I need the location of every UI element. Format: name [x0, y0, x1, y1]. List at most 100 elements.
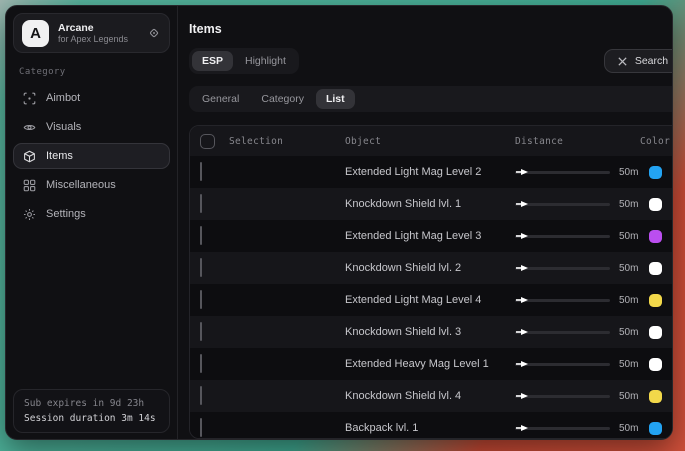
- distance-slider[interactable]: [515, 328, 610, 336]
- session-status-card: Sub expires in 9d 23h Session duration 3…: [13, 389, 170, 433]
- table-row: Extended Light Mag Level 4 50m: [190, 284, 673, 316]
- search-button[interactable]: Search: [604, 49, 673, 73]
- crosshair-icon: [23, 92, 36, 105]
- sub-expires-text: Sub expires in 9d 23h: [24, 396, 159, 411]
- slider-thumb-icon[interactable]: [515, 200, 529, 208]
- grid-icon: [23, 179, 36, 192]
- color-swatch[interactable]: [649, 198, 662, 211]
- sidebar-item-settings[interactable]: Settings: [13, 201, 170, 227]
- distance-slider[interactable]: [515, 200, 610, 208]
- app-window: A Arcane for Apex Legends Category Aimbo…: [5, 5, 673, 440]
- distance-slider[interactable]: [515, 360, 610, 368]
- slider-thumb-icon[interactable]: [515, 424, 529, 432]
- category-label: Category: [19, 67, 170, 77]
- tab-category[interactable]: Category: [251, 89, 314, 109]
- distance-slider[interactable]: [515, 232, 610, 240]
- table-row: Extended Heavy Mag Level 1 50m: [190, 348, 673, 380]
- distance-slider[interactable]: [515, 392, 610, 400]
- tab-list[interactable]: List: [316, 89, 355, 109]
- app-logo: A: [22, 20, 49, 47]
- tab-highlight[interactable]: Highlight: [235, 51, 296, 71]
- tab-general[interactable]: General: [192, 89, 249, 109]
- table-row: Extended Light Mag Level 2 50m: [190, 156, 673, 188]
- search-button-label: Search: [635, 55, 668, 67]
- table-row: Extended Light Mag Level 3 50m: [190, 220, 673, 252]
- color-swatch[interactable]: [649, 358, 662, 371]
- table-row: Knockdown Shield lvl. 1 50m: [190, 188, 673, 220]
- distance-value: 50m: [619, 231, 638, 242]
- gear-icon: [23, 208, 36, 221]
- row-checkbox[interactable]: [200, 226, 202, 245]
- slider-thumb-icon[interactable]: [515, 360, 529, 368]
- color-swatch[interactable]: [649, 422, 662, 435]
- distance-value: 50m: [619, 295, 638, 306]
- distance-value: 50m: [619, 167, 638, 178]
- row-checkbox[interactable]: [200, 322, 202, 341]
- slider-thumb-icon[interactable]: [515, 232, 529, 240]
- sidebar-item-visuals[interactable]: Visuals: [13, 114, 170, 140]
- view-tab-group: GeneralCategoryList: [189, 86, 673, 112]
- slider-thumb-icon[interactable]: [515, 392, 529, 400]
- object-name: Backpack lvl. 1: [345, 422, 515, 434]
- row-checkbox[interactable]: [200, 194, 202, 213]
- slider-thumb-icon[interactable]: [515, 168, 529, 176]
- pin-icon[interactable]: [147, 26, 161, 40]
- color-swatch[interactable]: [649, 390, 662, 403]
- row-checkbox[interactable]: [200, 386, 202, 405]
- distance-slider[interactable]: [515, 264, 610, 272]
- row-checkbox[interactable]: [200, 258, 202, 277]
- distance-value: 50m: [619, 263, 638, 274]
- distance-value: 50m: [619, 423, 638, 434]
- column-header-selection: Selection: [229, 136, 283, 147]
- color-swatch[interactable]: [649, 166, 662, 179]
- slider-thumb-icon[interactable]: [515, 296, 529, 304]
- box-icon: [23, 150, 36, 163]
- color-swatch[interactable]: [649, 262, 662, 275]
- color-swatch[interactable]: [649, 230, 662, 243]
- row-checkbox[interactable]: [200, 418, 202, 437]
- sidebar-item-miscellaneous[interactable]: Miscellaneous: [13, 172, 170, 198]
- tab-esp[interactable]: ESP: [192, 51, 233, 71]
- distance-slider[interactable]: [515, 424, 610, 432]
- sidebar-item-items[interactable]: Items: [13, 143, 170, 169]
- app-logo-card: A Arcane for Apex Legends: [13, 13, 170, 53]
- distance-value: 50m: [619, 327, 638, 338]
- table-header-row: Selection Object Distance Color: [190, 126, 673, 156]
- sidebar-nav: Aimbot Visuals Items Miscellaneous Setti…: [13, 85, 170, 227]
- distance-value: 50m: [619, 199, 638, 210]
- sidebar-item-label: Visuals: [46, 121, 81, 133]
- row-checkbox[interactable]: [200, 354, 202, 373]
- table-row: Knockdown Shield lvl. 4 50m: [190, 380, 673, 412]
- distance-slider[interactable]: [515, 296, 610, 304]
- mode-tab-group: ESPHighlight: [189, 48, 299, 74]
- distance-slider[interactable]: [515, 168, 610, 176]
- object-name: Knockdown Shield lvl. 4: [345, 390, 515, 402]
- toolbar: ESPHighlight Search: [189, 48, 673, 74]
- items-table: Selection Object Distance Color Extended…: [189, 125, 673, 439]
- sidebar-item-label: Settings: [46, 208, 86, 220]
- sidebar-item-aimbot[interactable]: Aimbot: [13, 85, 170, 111]
- app-subtitle: for Apex Legends: [58, 34, 138, 44]
- table-row: Backpack lvl. 1 50m: [190, 412, 673, 439]
- distance-value: 50m: [619, 359, 638, 370]
- object-name: Extended Light Mag Level 3: [345, 230, 515, 242]
- color-swatch[interactable]: [649, 294, 662, 307]
- select-all-checkbox[interactable]: [200, 134, 215, 149]
- object-name: Knockdown Shield lvl. 1: [345, 198, 515, 210]
- slider-thumb-icon[interactable]: [515, 328, 529, 336]
- color-swatch[interactable]: [649, 326, 662, 339]
- table-row: Knockdown Shield lvl. 2 50m: [190, 252, 673, 284]
- main-panel: Items ESPHighlight Search GeneralCategor…: [178, 6, 673, 439]
- close-icon: [617, 56, 628, 67]
- object-name: Extended Light Mag Level 2: [345, 166, 515, 178]
- slider-thumb-icon[interactable]: [515, 264, 529, 272]
- column-header-distance: Distance: [515, 136, 640, 147]
- session-duration-text: Session duration 3m 14s: [24, 411, 159, 426]
- row-checkbox[interactable]: [200, 290, 202, 309]
- row-checkbox[interactable]: [200, 162, 202, 181]
- sidebar-item-label: Miscellaneous: [46, 179, 116, 191]
- eye-icon: [23, 121, 36, 134]
- app-title: Arcane: [58, 22, 138, 34]
- page-title: Items: [189, 22, 673, 36]
- sidebar-item-label: Items: [46, 150, 73, 162]
